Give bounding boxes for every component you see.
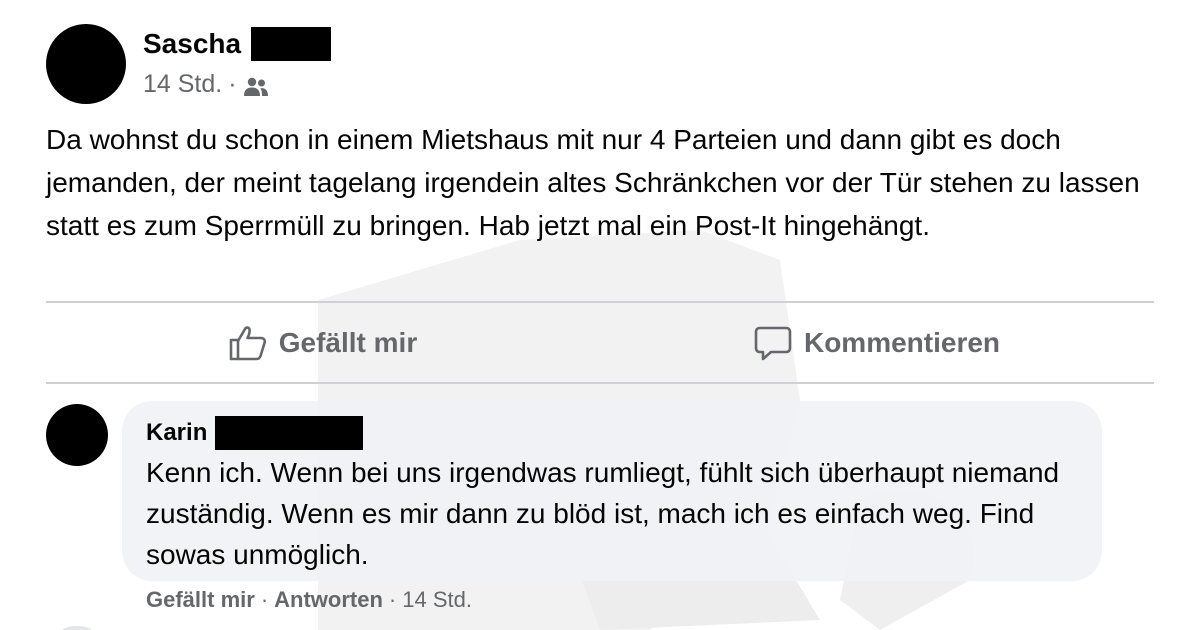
comment-actions: Gefällt mir · Antworten · 14 Std.: [146, 587, 472, 613]
comment-action-separator: ·: [388, 587, 397, 612]
meta-separator: ·: [228, 70, 237, 98]
comment-text: Kenn ich. Wenn bei uns irgendwas rumlieg…: [146, 457, 1060, 570]
author-name-row: Sascha: [143, 26, 332, 62]
post-meta: Sascha 14 Std. ·: [143, 26, 332, 99]
comment-bubble: Karin Kenn ich. Wenn bei uns irgendwas r…: [122, 401, 1102, 581]
redaction-bar: [251, 27, 332, 61]
comment-author[interactable]: Karin: [146, 419, 207, 447]
comment-timestamp[interactable]: 14 Std.: [402, 587, 472, 613]
post-header: Sascha 14 Std. ·: [46, 24, 332, 104]
author-avatar[interactable]: [46, 24, 126, 104]
thumbs-up-icon: [229, 325, 266, 360]
friends-icon[interactable]: [243, 75, 269, 96]
post-action-bar: Gefällt mir Kommentieren: [46, 303, 1154, 382]
comment-author-row: Karin: [146, 416, 1078, 450]
comment-like-button[interactable]: Gefällt mir: [146, 587, 255, 613]
post-timestamp[interactable]: 14 Std.: [143, 70, 222, 99]
next-comment-avatar: [62, 626, 92, 630]
speech-bubble-icon: [754, 326, 792, 360]
redaction-bar: [215, 416, 364, 450]
post-text: Da wohnst du schon in einem Mietshaus mi…: [46, 124, 1140, 241]
comment-button[interactable]: Kommentieren: [600, 303, 1154, 382]
comment-action-separator: ·: [260, 587, 269, 612]
like-label: Gefällt mir: [278, 326, 418, 358]
comment-label: Kommentieren: [803, 326, 1001, 358]
comment-reply-button[interactable]: Antworten: [274, 587, 383, 613]
like-button[interactable]: Gefällt mir: [46, 303, 600, 382]
author-name[interactable]: Sascha: [143, 28, 241, 60]
post-time-row: 14 Std. ·: [143, 70, 331, 99]
divider: [46, 382, 1154, 384]
commenter-avatar[interactable]: [46, 404, 108, 466]
